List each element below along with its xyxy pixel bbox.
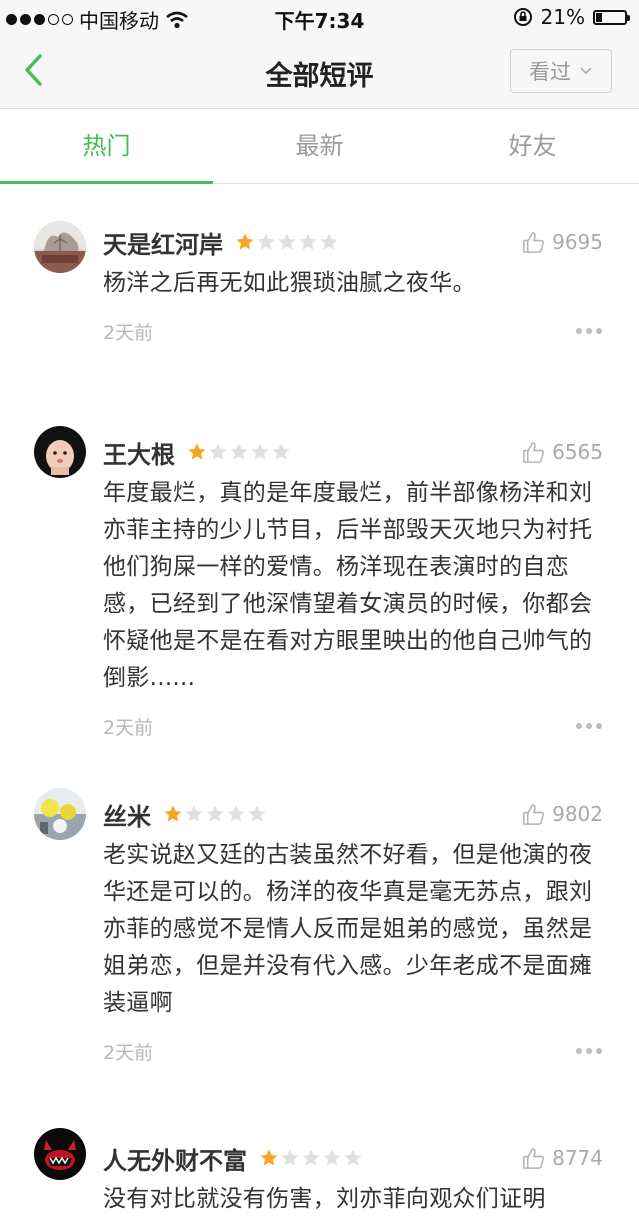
- cartoon-avatar-image: [34, 426, 86, 478]
- review-header: 人无外财不富 8774: [103, 1138, 603, 1178]
- more-options-icon[interactable]: [576, 328, 602, 334]
- review-meta: 2天前: [103, 1038, 603, 1064]
- like-count: 8774: [552, 1146, 603, 1170]
- battery-icon: [593, 9, 630, 25]
- review-item: 王大根 6565 年度最烂，真的是年度最烂，前半部像杨洋和刘亦菲主持的少儿节目，…: [0, 400, 639, 758]
- star-icon: [299, 233, 317, 250]
- avatar[interactable]: [34, 426, 86, 478]
- status-right: 21%: [513, 5, 630, 29]
- review-item: 天是红河岸 9695 杨洋之后再无如此猥琐油腻之夜华。 2天前: [0, 184, 639, 400]
- review-time: 2天前: [103, 321, 154, 344]
- like-count: 6565: [552, 440, 603, 464]
- chevron-down-icon: [580, 67, 592, 75]
- battery-percent: 21%: [540, 5, 585, 29]
- thumbs-up-icon: [523, 1147, 545, 1169]
- thumbs-up-icon: [523, 441, 545, 463]
- review-meta: 2天前: [103, 318, 603, 344]
- review-time: 2天前: [103, 716, 154, 739]
- tab-latest[interactable]: 最新: [213, 109, 426, 183]
- review-header: 丝米 9802: [103, 794, 603, 834]
- star-icon: [320, 233, 338, 250]
- star-icon: [281, 1149, 299, 1166]
- like-count: 9695: [552, 230, 603, 254]
- username[interactable]: 人无外财不富: [103, 1141, 247, 1176]
- star-icon: [236, 233, 254, 250]
- landscape-avatar-image: [34, 221, 86, 273]
- star-rating: [187, 442, 291, 462]
- star-icon: [323, 1149, 341, 1166]
- filter-dropdown[interactable]: 看过: [510, 49, 612, 93]
- review-text: 没有对比就没有伤害，刘亦菲向观众们证明: [103, 1186, 546, 1212]
- more-options-icon[interactable]: [576, 723, 602, 729]
- flower-avatar-image: [34, 788, 86, 840]
- star-icon: [164, 805, 182, 822]
- star-icon: [278, 233, 296, 250]
- tab-friends[interactable]: 好友: [426, 109, 639, 183]
- review-header: 王大根 6565: [103, 432, 603, 472]
- username[interactable]: 天是红河岸: [103, 225, 223, 260]
- review-list: 天是红河岸 9695 杨洋之后再无如此猥琐油腻之夜华。 2天前 王大根 6565…: [0, 184, 639, 1218]
- star-icon: [227, 805, 245, 822]
- avatar[interactable]: [34, 788, 86, 840]
- star-rating: [163, 804, 267, 824]
- avatar[interactable]: [34, 221, 86, 273]
- nav-bar: 全部短评 看过: [0, 34, 639, 109]
- like-button[interactable]: 9695: [521, 230, 603, 255]
- like-button[interactable]: 8774: [521, 1146, 603, 1171]
- review-meta: 2天前: [103, 713, 603, 739]
- review-item: 丝米 9802 老实说赵又廷的古装虽然不好看，但是他演的夜华还是可以的。杨洋的夜…: [0, 758, 639, 1082]
- review-item: 人无外财不富 8774 没有对比就没有伤害，刘亦菲向观众们证明: [0, 1082, 639, 1218]
- like-count: 9802: [552, 802, 603, 826]
- thumbs-up-icon: [523, 803, 545, 825]
- thumbs-up-icon: [523, 231, 545, 253]
- username[interactable]: 丝米: [103, 797, 151, 832]
- star-icon: [251, 443, 269, 460]
- star-icon: [248, 805, 266, 822]
- like-button[interactable]: 6565: [521, 440, 603, 465]
- review-text: 杨洋之后再无如此猥琐油腻之夜华。: [103, 270, 476, 296]
- rotation-lock-icon: [513, 8, 532, 26]
- username[interactable]: 王大根: [103, 435, 175, 470]
- status-bar: 中国移动 下午7:34 21%: [0, 0, 639, 34]
- review-header: 天是红河岸 9695: [103, 222, 603, 262]
- star-rating: [235, 232, 339, 252]
- star-icon: [260, 1149, 278, 1166]
- like-button[interactable]: 9802: [521, 802, 603, 827]
- star-icon: [188, 443, 206, 460]
- review-time: 2天前: [103, 1041, 154, 1064]
- star-rating: [259, 1148, 363, 1168]
- star-icon: [272, 443, 290, 460]
- star-icon: [230, 443, 248, 460]
- filter-label: 看过: [529, 60, 571, 84]
- tab-bar: 热门 最新 好友: [0, 109, 639, 184]
- review-text: 老实说赵又廷的古装虽然不好看，但是他演的夜华还是可以的。杨洋的夜华真是毫无苏点，…: [103, 842, 593, 1016]
- star-icon: [206, 805, 224, 822]
- review-text: 年度最烂，真的是年度最烂，前半部像杨洋和刘亦菲主持的少儿节目，后半部毁天灭地只为…: [103, 480, 593, 691]
- star-icon: [209, 443, 227, 460]
- star-icon: [302, 1149, 320, 1166]
- star-icon: [185, 805, 203, 822]
- star-icon: [344, 1149, 362, 1166]
- tab-hot[interactable]: 热门: [0, 109, 213, 184]
- star-icon: [257, 233, 275, 250]
- more-options-icon[interactable]: [576, 1048, 602, 1054]
